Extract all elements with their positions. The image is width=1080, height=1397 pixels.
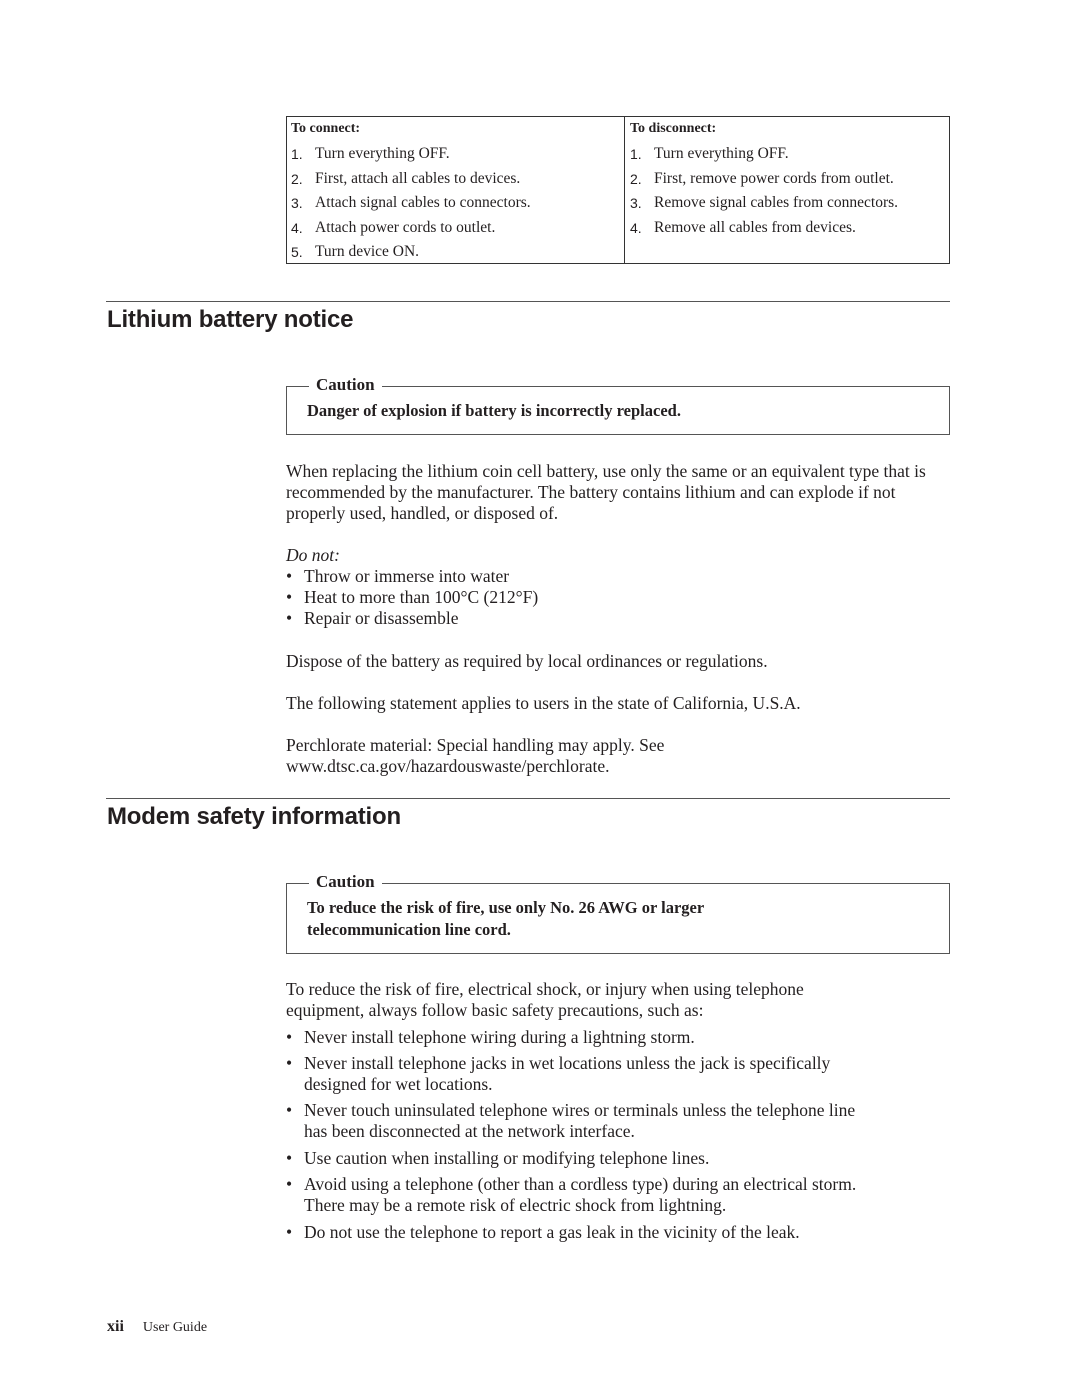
safety-item: • Do not use the telephone to report a ga… [286,1222,956,1243]
step-number: 3. [630,195,642,212]
connect-step: 3. Attach signal cables to connectors. [291,191,624,216]
document-title: User Guide [142,1320,208,1335]
safety-item: • Never install telephone wiring during a… [286,1027,956,1048]
lithium-caution-box: Caution Danger of explosion if battery i… [286,374,950,435]
step-number: 1. [291,146,303,162]
bullet-icon: • [286,1100,293,1120]
do-not-item: • Repair or disassemble [286,608,956,629]
step-text: Attach power cords to outlet. [315,218,496,236]
section-divider [106,798,950,799]
lithium-section-title: Lithium battery notice [107,306,354,333]
step-number: 2. [630,170,642,187]
section-divider [106,301,950,302]
step-text: Remove signal cables from connectors. [654,194,899,212]
bullet-icon: • [286,1027,293,1047]
bullet-icon: • [286,1053,293,1073]
safety-item: • Never touch uninsulated telephone wires… [286,1100,956,1121]
disconnect-column: To disconnect: 1. Turn everything OFF. 2.… [625,117,949,263]
step-text: Turn device ON. [315,243,420,261]
step-text: Attach signal cables to connectors. [315,194,531,212]
caution-label: Caution [309,374,382,396]
caution-message-line-1: To reduce the risk of fire, use only No.… [307,898,705,917]
item-text: Heat to more than 100°C (212°F) [304,587,539,607]
bullet-icon: • [286,1148,293,1168]
lithium-intro-paragraph: When replacing the lithium coin cell bat… [286,461,926,523]
safety-item: • Use caution when installing or modifyin… [286,1148,956,1169]
disconnect-step: 4. Remove all cables from devices. [630,216,949,241]
do-not-item: • Heat to more than 100°C (212°F) [286,587,956,608]
connect-step: 5. Turn device ON. [291,240,624,265]
item-text: Throw or immerse into water [304,566,510,586]
step-number: 3. [291,195,303,212]
step-number: 1. [630,146,642,162]
item-text: There may be a remote risk of electric s… [304,1195,727,1215]
bullet-icon: • [286,1222,293,1242]
safety-item: • Avoid using a telephone (other than a c… [286,1174,956,1195]
bullet-icon: • [286,608,293,628]
item-text: Repair or disassemble [304,608,459,628]
step-number: 5. [291,244,303,261]
disconnect-step: 1. Turn everything OFF. [630,142,949,167]
safety-item-continuation: has been disconnected at the network int… [286,1121,956,1142]
item-text: Never touch uninsulated telephone wires … [304,1100,856,1120]
safety-item-continuation: designed for wet locations. [286,1074,956,1095]
caution-message-line-2: telecommunication line cord. [307,920,511,939]
cable-procedure-table: To connect: 1. Turn everything OFF. 2. Fir… [286,116,950,264]
bullet-icon: • [286,566,293,586]
step-text: Turn everything OFF. [315,145,450,162]
disconnect-heading: To disconnect: [630,121,717,136]
item-text: Never install telephone jacks in wet loc… [304,1053,831,1073]
item-text: designed for wet locations. [304,1074,493,1094]
step-text: First, remove power cords from outlet. [654,169,894,187]
step-text: Remove all cables from devices. [654,218,856,236]
do-not-label: Do not: [286,545,340,565]
perchlorate-line-1: Perchlorate material: Special handling m… [286,735,665,755]
item-text: has been disconnected at the network int… [304,1121,635,1141]
step-text: First, attach all cables to devices. [315,169,521,187]
step-text: Turn everything OFF. [654,145,789,162]
safety-item: • Never install telephone jacks in wet lo… [286,1053,956,1074]
safety-item-continuation: There may be a remote risk of electric s… [286,1195,956,1216]
perchlorate-link[interactable]: www.dtsc.ca.gov/hazardouswaste/perchlora… [286,756,956,777]
page-number: xii [107,1318,124,1335]
connect-column: To connect: 1. Turn everything OFF. 2. Fir… [287,117,625,263]
connect-heading: To connect: [291,121,361,136]
modem-intro-line-2: equipment, always follow basic safety pr… [286,1000,704,1020]
california-paragraph: The following statement applies to users… [286,693,801,713]
connect-step: 2. First, attach all cables to devices. [291,167,624,192]
modem-intro-line-1: To reduce the risk of fire, electrical s… [286,979,804,999]
item-text: Do not use the telephone to report a gas… [304,1222,800,1242]
item-text: Never install telephone wiring during a … [304,1027,695,1047]
caution-label: Caution [309,871,382,893]
disconnect-step: 3. Remove signal cables from connectors. [630,191,949,216]
connect-step: 1. Turn everything OFF. [291,142,624,167]
page-footer: xii User Guide [107,1318,207,1336]
step-number: 4. [630,219,642,236]
modem-section-title: Modem safety information [107,803,401,830]
step-number: 2. [291,170,303,187]
bullet-icon: • [286,1174,293,1194]
connect-step: 4. Attach power cords to outlet. [291,216,624,241]
item-text: Use caution when installing or modifying… [304,1148,710,1168]
dispose-paragraph: Dispose of the battery as required by lo… [286,651,768,671]
step-number: 4. [291,219,303,236]
bullet-icon: • [286,587,293,607]
item-text: Avoid using a telephone (other than a co… [304,1174,857,1194]
disconnect-step: 2. First, remove power cords from outlet. [630,167,949,192]
do-not-item: • Throw or immerse into water [286,566,956,587]
modem-caution-box: Caution To reduce the risk of fire, use … [286,871,950,954]
caution-message: Danger of explosion if battery is incorr… [307,401,681,420]
